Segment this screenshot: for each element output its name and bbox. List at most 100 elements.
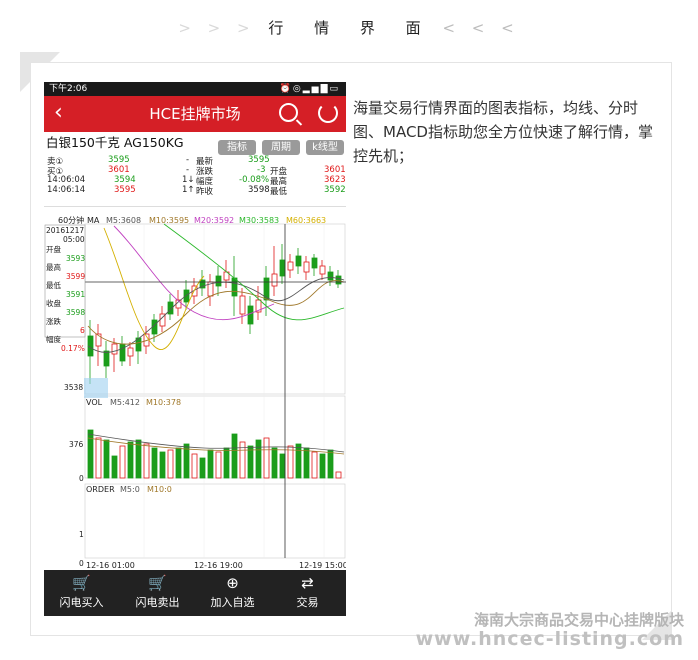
- candle-body: [327, 271, 334, 281]
- volume-bar: [247, 445, 254, 479]
- candle-body: [303, 261, 310, 273]
- order-axis-top: 1: [79, 530, 84, 539]
- trade-label: 交易: [296, 596, 319, 609]
- candle-body: [247, 305, 254, 325]
- low-value: 3592: [324, 185, 346, 195]
- ma-period: 60分钟: [58, 216, 84, 225]
- header-left-arrows: > > >: [178, 19, 256, 37]
- volume-bar: [295, 443, 302, 479]
- candle-body: [271, 273, 278, 287]
- product-row: 白银150千克 AG150KG 指标 周期 k线型: [44, 132, 346, 155]
- candlestick-series: [87, 244, 342, 384]
- tab-indicator[interactable]: 指标: [218, 140, 257, 155]
- info-time: 05:00: [63, 235, 85, 244]
- plus-circle-icon: ⊕: [226, 574, 239, 592]
- volume-bar: [175, 447, 182, 479]
- info-close-label: 收盘: [46, 298, 61, 308]
- volume-bar: [271, 447, 278, 479]
- volume-series: [87, 429, 342, 479]
- refresh-icon[interactable]: [318, 103, 338, 123]
- ma30-label: M30:3583: [239, 216, 279, 225]
- quote-panel: 卖① 3595 - 买① 3601 - 14:06:04 3594 1↓ 14:…: [44, 154, 346, 207]
- volume-bar: [143, 443, 150, 479]
- candle-body: [231, 277, 238, 297]
- candle-body: [111, 343, 118, 355]
- buy-qty: -: [186, 165, 190, 175]
- sell-qty: -: [186, 155, 190, 165]
- candle-body: [103, 350, 110, 367]
- ma5-label: M5:3608: [106, 216, 141, 225]
- search-icon[interactable]: [279, 103, 298, 122]
- ma10-label: M10:3595: [149, 216, 189, 225]
- change-value: -3: [257, 165, 266, 175]
- flash-buy-button[interactable]: 🛒 闪电买入: [44, 570, 119, 616]
- candle-body: [87, 335, 94, 357]
- info-chg-label: 涨跌: [46, 316, 61, 326]
- phone-screenshot: 下午2:06 ⏰◎▂▅▇▭ ‹ HCE挂牌市场 白银150千克 AG150KG …: [44, 82, 346, 616]
- prev-label: 昨收: [196, 187, 214, 197]
- candle-body: [215, 275, 222, 287]
- exchange-icon: ⇄: [301, 574, 314, 592]
- add-watchlist-label: 加入自选: [210, 596, 255, 609]
- kline-chart[interactable]: 60分钟 MA M5:3608 M10:3595 M20:3592 M30:35…: [44, 216, 346, 570]
- volume-bar: [95, 437, 102, 479]
- header-title: 行 情 界 面: [268, 19, 434, 37]
- high-value: 3623: [324, 175, 346, 185]
- ma-line: [163, 223, 345, 321]
- candle-body: [279, 259, 286, 277]
- volume-bar: [303, 447, 310, 479]
- volume-bar: [287, 445, 294, 479]
- add-watchlist-button[interactable]: ⊕ 加入自选: [195, 570, 270, 616]
- info-low: 3591: [66, 290, 85, 299]
- info-pct: 0.17%: [61, 344, 85, 353]
- trade2-price: 3595: [114, 185, 136, 195]
- flash-sell-button[interactable]: 🛒 闪电卖出: [120, 570, 195, 616]
- product-name: 白银150千克 AG150KG: [46, 135, 184, 150]
- volume-bar: [119, 445, 126, 479]
- prev-value: 3598: [248, 185, 270, 195]
- tab-period[interactable]: 周期: [262, 140, 301, 155]
- volume-bar: [103, 439, 110, 479]
- volume-bar: [255, 439, 262, 479]
- sell-price: 3595: [108, 155, 130, 165]
- candle-body: [239, 295, 246, 315]
- info-pct-label: 幅度: [46, 334, 61, 344]
- order-m5-label: M5:0: [120, 485, 140, 494]
- order-m10-label: M10:0: [147, 485, 172, 494]
- tab-kline-type[interactable]: k线型: [306, 140, 344, 155]
- info-chg: 6: [80, 326, 85, 335]
- candle-body: [295, 255, 302, 267]
- flash-buy-label: 闪电买入: [59, 596, 104, 609]
- volume-bar: [279, 453, 286, 479]
- x-label-3: 12-19 15:00: [299, 561, 346, 570]
- volume-bar: [87, 429, 94, 479]
- volume-bar: [223, 447, 230, 479]
- vol-label: VOL: [86, 398, 103, 407]
- nav-title: HCE挂牌市场: [149, 105, 241, 123]
- candle-body: [311, 257, 318, 269]
- volume-bar: [327, 449, 334, 479]
- info-open-label: 开盘: [46, 244, 61, 254]
- candle-body: [319, 265, 326, 275]
- volume-bar: [151, 447, 158, 479]
- section-header: > > > 行 情 界 面 < < <: [0, 14, 698, 42]
- candle-body: [287, 261, 294, 271]
- volume-bar: [167, 449, 174, 479]
- buy-price: 3601: [108, 165, 130, 175]
- cart-icon: 🛒: [148, 574, 167, 592]
- trade-button[interactable]: ⇄ 交易: [270, 570, 345, 616]
- volume-bar: [311, 451, 318, 479]
- ma60-label: M60:3663: [286, 216, 326, 225]
- pct-value: -0.08%: [239, 175, 270, 185]
- volume-bar: [231, 433, 238, 479]
- volume-bar: [215, 451, 222, 479]
- flash-sell-label: 闪电卖出: [135, 596, 180, 609]
- bottom-toolbar: 🛒 闪电买入 🛒 闪电卖出 ⊕ 加入自选 ⇄ 交易: [44, 570, 346, 616]
- status-bar: 下午2:06 ⏰◎▂▅▇▭: [44, 82, 346, 96]
- description-text: 海量交易行情界面的图表指标，均线、分时图、MACD指标助您全方位快速了解行情，掌…: [353, 99, 653, 165]
- x-label-2: 12-16 19:00: [194, 561, 243, 570]
- watermark-name: 海南大宗商品交易中心挂牌版块: [473, 611, 684, 629]
- volume-bar: [199, 457, 206, 479]
- info-high-label: 最高: [46, 262, 61, 272]
- price-low-label: 3538: [64, 383, 83, 392]
